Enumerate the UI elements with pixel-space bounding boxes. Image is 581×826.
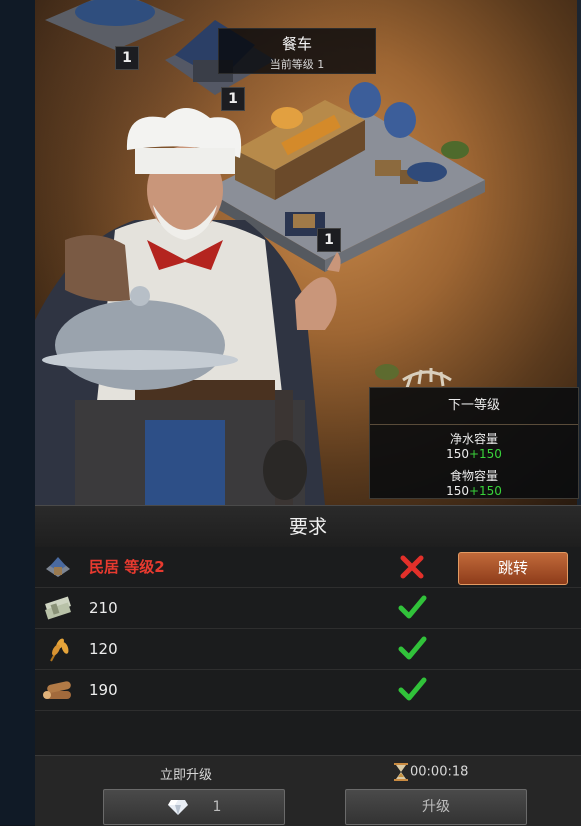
instant-upgrade-label: 立即升级 bbox=[160, 768, 213, 783]
upgrade-footer: 立即升级 00:00:18 1 升级 bbox=[35, 755, 581, 826]
level-badge: 1 bbox=[221, 87, 245, 111]
left-side-bar bbox=[0, 0, 36, 825]
instant-upgrade-button[interactable]: 1 bbox=[103, 789, 285, 825]
stat-base: 150 bbox=[446, 447, 469, 461]
requirement-label: 210 bbox=[89, 599, 118, 617]
timer-value: 00:00:18 bbox=[410, 764, 469, 780]
requirement-row: 190 bbox=[35, 670, 581, 711]
requirement-label: 民居 等级2 bbox=[89, 558, 165, 576]
stat-label: 净水容量 bbox=[449, 432, 498, 446]
cross-icon bbox=[400, 555, 424, 579]
requirement-row: 210 bbox=[35, 588, 581, 629]
requirement-label: 120 bbox=[89, 640, 118, 658]
wood-icon bbox=[43, 681, 71, 699]
current-level: 当前等级 1 bbox=[269, 58, 325, 71]
check-icon bbox=[398, 595, 427, 619]
shrub bbox=[375, 364, 399, 380]
stat-label: 食物容量 bbox=[449, 469, 498, 483]
stat-bonus: +150 bbox=[468, 447, 502, 461]
instant-cost: 1 bbox=[212, 799, 222, 815]
cash-icon bbox=[45, 596, 71, 620]
stat-base: 150 bbox=[446, 484, 469, 498]
building-title-plate: 餐车 当前等级 1 bbox=[218, 28, 376, 74]
requirements-heading: 要求 bbox=[35, 505, 581, 549]
upgrade-button[interactable]: 升级 bbox=[345, 789, 527, 825]
shrub bbox=[441, 141, 469, 159]
level-badge: 1 bbox=[317, 228, 341, 252]
requirement-label: 190 bbox=[89, 681, 118, 699]
check-icon bbox=[398, 677, 427, 701]
requirements-list: 民居 等级2 跳转 210 120 190 bbox=[35, 547, 581, 755]
requirement-row: 120 bbox=[35, 629, 581, 670]
building-name: 餐车 bbox=[281, 35, 312, 53]
house-icon bbox=[46, 557, 70, 577]
jump-button[interactable]: 跳转 bbox=[458, 552, 568, 585]
diamond-icon bbox=[167, 800, 188, 815]
wheat-icon bbox=[50, 638, 69, 662]
check-icon bbox=[398, 636, 427, 660]
requirement-row: 民居 等级2 跳转 bbox=[35, 547, 581, 588]
upgrade-timer: 00:00:18 bbox=[392, 762, 468, 782]
hourglass-icon bbox=[394, 763, 408, 781]
level-badge: 1 bbox=[115, 46, 139, 70]
next-level-stat: 净水容量 150+150 bbox=[370, 432, 578, 462]
bones-decoration bbox=[402, 368, 452, 389]
next-level-stat: 食物容量 150+150 bbox=[370, 469, 578, 499]
next-level-heading: 下一等级 bbox=[370, 388, 578, 425]
stat-bonus: +150 bbox=[468, 484, 502, 498]
next-level-panel: 下一等级 净水容量 150+150 食物容量 150+150 bbox=[369, 387, 579, 499]
